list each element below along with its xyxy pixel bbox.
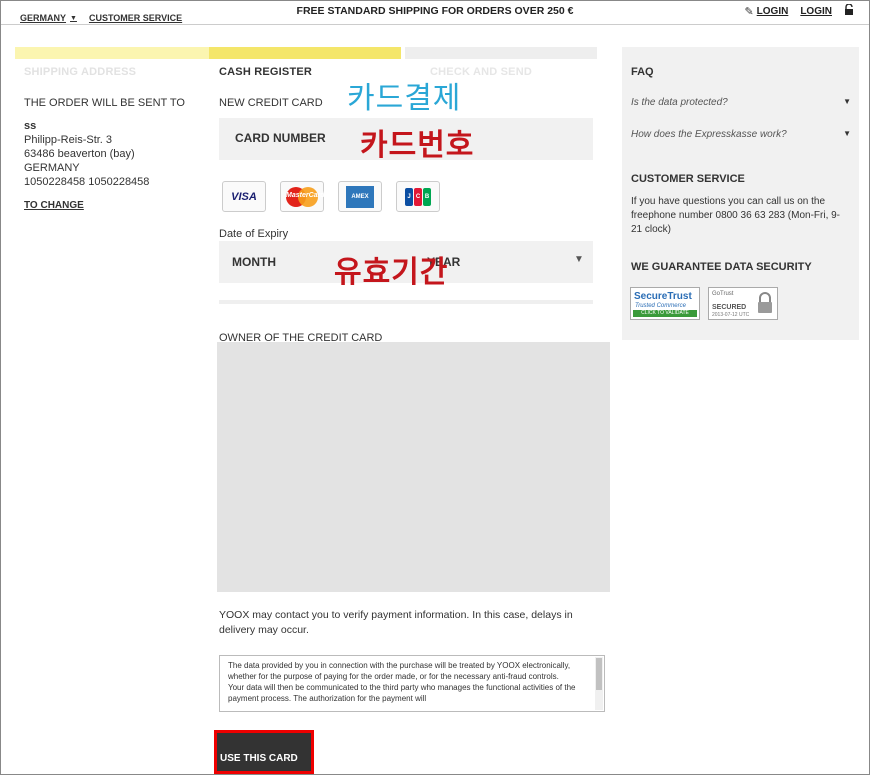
chevron-down-icon[interactable]: ▼ bbox=[70, 15, 77, 22]
unlock-icon[interactable] bbox=[844, 3, 854, 18]
address-name: ss bbox=[24, 120, 37, 132]
contact-notice: YOOX may contact you to verify payment i… bbox=[219, 609, 573, 636]
scrollbar-thumb[interactable] bbox=[596, 658, 602, 690]
customer-service-text: If you have questions you can call us on… bbox=[631, 196, 841, 235]
top-right-links: ✎ LOGIN LOGIN bbox=[744, 3, 854, 18]
pencil-icon: ✎ bbox=[744, 5, 754, 18]
jcb-logo: JCB bbox=[396, 181, 440, 212]
top-bar: GERMANY ▼ CUSTOMER SERVICE FREE STANDARD… bbox=[0, 0, 870, 25]
annotation-expiry: 유효기간 bbox=[334, 255, 449, 290]
amex-logo-text: AMEX bbox=[346, 185, 374, 208]
gotrust-brand: GoTrust bbox=[712, 291, 734, 297]
address-phone: 1050228458 1050228458 bbox=[24, 176, 150, 188]
change-address-link[interactable]: TO CHANGE bbox=[24, 200, 84, 211]
visa-logo: VISA bbox=[222, 181, 266, 212]
progress-step-2-bar bbox=[209, 47, 401, 59]
login-link-2[interactable]: LOGIN bbox=[800, 6, 832, 17]
lock-icon bbox=[758, 292, 772, 313]
address-country: GERMANY bbox=[24, 162, 80, 174]
progress-step-1-bar bbox=[15, 47, 209, 59]
faq-title: FAQ bbox=[631, 66, 654, 78]
country-selector[interactable]: GERMANY bbox=[20, 13, 66, 23]
faq-item-data-protected[interactable]: Is the data protected? ▼ bbox=[631, 97, 851, 108]
amex-logo: AMEX bbox=[338, 181, 382, 212]
address-street: Philipp-Reis-Str. 3 bbox=[24, 134, 113, 146]
securetrust-validate[interactable]: CLICK TO VALIDATE bbox=[633, 310, 697, 317]
faq-question-2[interactable]: How does the Expresskasse work? bbox=[631, 129, 787, 140]
securetrust-badge[interactable]: SecureTrust Trusted Commerce CLICK TO VA… bbox=[630, 287, 700, 320]
expiry-label: Date of Expiry bbox=[219, 228, 289, 240]
shipping-notice: FREE STANDARD SHIPPING FOR ORDERS OVER 2… bbox=[296, 5, 574, 17]
securetrust-title: SecureTrust bbox=[634, 291, 692, 302]
shipping-address: ss Philipp-Reis-Str. 3 63486 beaverton (… bbox=[24, 119, 149, 189]
divider bbox=[219, 300, 593, 304]
gotrust-title: SECURED bbox=[712, 304, 747, 311]
sidebar: FAQ Is the data protected? ▼ How does th… bbox=[622, 47, 859, 340]
customer-service-link[interactable]: CUSTOMER SERVICE bbox=[89, 13, 182, 23]
faq-item-expresskasse[interactable]: How does the Expresskasse work? ▼ bbox=[631, 129, 851, 140]
card-logos: VISA MasterCard AMEX JCB bbox=[222, 181, 440, 212]
step-shipping-address[interactable]: SHIPPING ADDRESS bbox=[24, 66, 136, 78]
chevron-down-icon[interactable]: ▼ bbox=[574, 254, 584, 265]
faq-question-1[interactable]: Is the data protected? bbox=[631, 97, 728, 108]
card-owner-input[interactable] bbox=[217, 342, 610, 592]
top-left-links: GERMANY ▼ CUSTOMER SERVICE bbox=[20, 13, 182, 23]
mastercard-logo: MasterCard bbox=[280, 181, 325, 212]
login-link-1[interactable]: LOGIN bbox=[757, 6, 789, 17]
address-city: 63486 beaverton (bay) bbox=[24, 148, 135, 160]
gotrust-date: 2013-07-12 UTC bbox=[712, 312, 750, 318]
customer-service-title: CUSTOMER SERVICE bbox=[631, 173, 745, 185]
login-link-group[interactable]: ✎ LOGIN bbox=[744, 5, 788, 18]
chevron-down-icon[interactable]: ▼ bbox=[843, 129, 851, 138]
terms-paragraph-2: Your data will then be communicated to t… bbox=[228, 683, 576, 703]
chevron-down-icon[interactable]: ▼ bbox=[843, 97, 851, 106]
visa-logo-text: VISA bbox=[231, 190, 257, 203]
mastercard-logo-text: MasterCard bbox=[286, 191, 325, 199]
terms-textarea[interactable]: The data provided by you in connection w… bbox=[219, 655, 605, 712]
annotation-card-number: 카드번호 bbox=[360, 128, 475, 163]
address-heading: THE ORDER WILL BE SENT TO bbox=[24, 97, 185, 109]
expiry-month-select[interactable]: MONTH bbox=[232, 255, 276, 269]
terms-scrollbar[interactable] bbox=[595, 657, 603, 710]
step-cash-register: CASH REGISTER bbox=[219, 66, 313, 78]
annotation-card-payment: 카드결제 bbox=[347, 81, 462, 116]
securetrust-subtitle: Trusted Commerce bbox=[635, 303, 686, 309]
gotrust-badge[interactable]: GoTrust SECURED 2013-07-12 UTC bbox=[708, 287, 778, 320]
security-title: WE GUARANTEE DATA SECURITY bbox=[631, 261, 812, 273]
use-this-card-button[interactable]: USE THIS CARD bbox=[214, 730, 314, 774]
terms-paragraph-1: The data provided by you in connection w… bbox=[228, 661, 571, 681]
new-credit-card-label: NEW CREDIT CARD bbox=[219, 97, 323, 109]
progress-step-3-bar bbox=[405, 47, 597, 59]
